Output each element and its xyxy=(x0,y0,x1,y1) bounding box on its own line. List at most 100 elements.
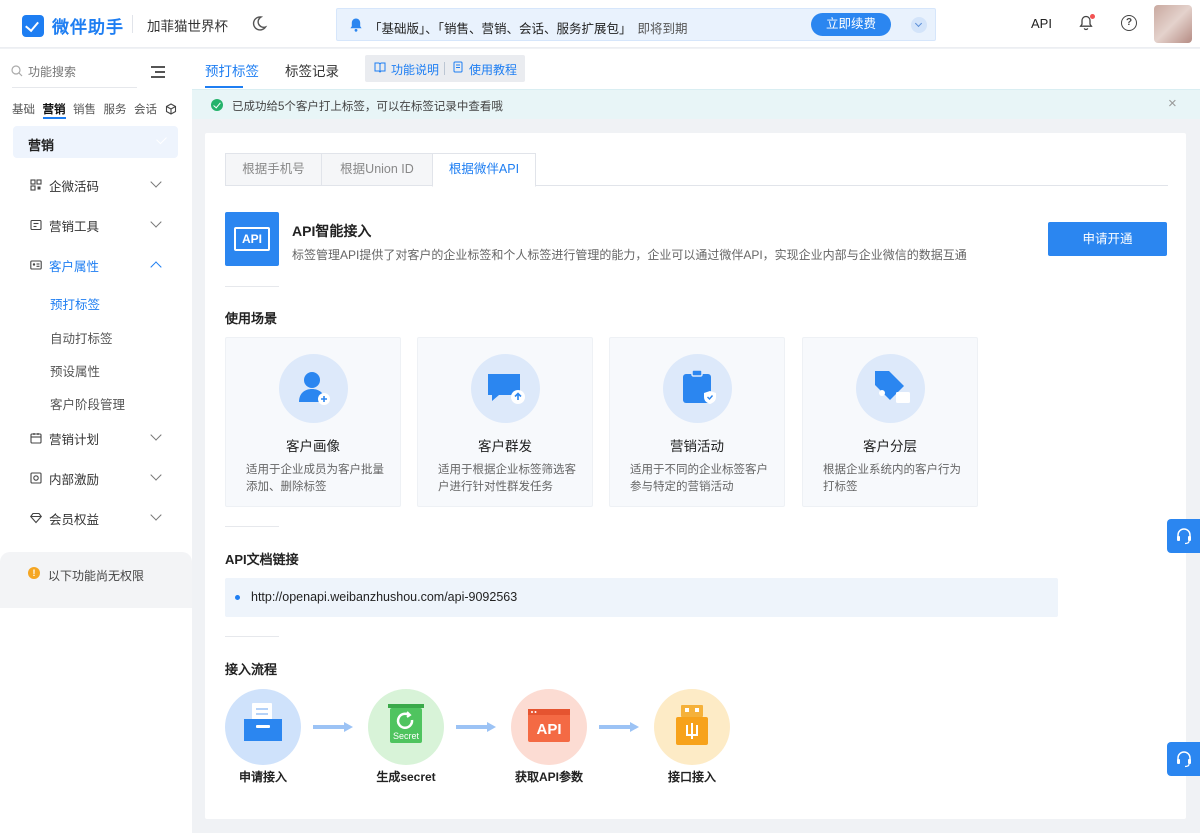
warning-icon: ! xyxy=(28,567,40,579)
check-circle-icon xyxy=(211,99,223,111)
sidebar-item-customer-attributes[interactable]: 客户属性 xyxy=(0,247,192,283)
api-link[interactable]: API xyxy=(1031,16,1052,31)
toolbox-icon xyxy=(30,219,42,231)
feature-description-link[interactable]: 功能说明 xyxy=(391,61,439,78)
notification-dot xyxy=(1090,14,1095,19)
moon-icon[interactable] xyxy=(250,14,268,32)
logo-check-icon xyxy=(22,14,44,37)
api-description: 标签管理API提供了对客户的企业标签和个人标签进行管理的能力，企业可以通过微伴A… xyxy=(292,248,967,262)
scene-title: 客户分层 xyxy=(863,439,917,454)
category-tab-basic[interactable]: 基础 xyxy=(12,101,35,121)
sidebar-item-label: 内部激励 xyxy=(49,472,100,487)
scene-title: 客户画像 xyxy=(286,439,340,454)
sidebar-subitem-preset-attributes[interactable]: 预设属性 xyxy=(50,361,100,380)
sidebar-item-membership[interactable]: 会员权益 xyxy=(0,500,192,536)
chevron-down-icon xyxy=(150,469,162,481)
notice-text: 「基础版」、「销售、营销、会话、服务扩展包」 xyxy=(369,22,632,36)
chat-upload-icon xyxy=(488,374,525,404)
qrcode-icon xyxy=(30,179,42,191)
chevron-down-icon xyxy=(150,176,162,188)
headset-icon xyxy=(1177,528,1191,545)
category-tabs: 基础 营销 销售 服务 会话 xyxy=(12,101,187,121)
flow-step-apply xyxy=(225,689,301,765)
scenes-heading: 使用场景 xyxy=(225,311,278,326)
sidebar-subitem-pretag[interactable]: 预打标签 xyxy=(50,294,100,313)
sidebar-item-label: 企微活码 xyxy=(49,179,100,194)
corp-name[interactable]: 加菲猫世界杯 xyxy=(147,15,228,35)
api-badge-text: API xyxy=(536,721,561,738)
sidebar-item-qrcode[interactable]: 企微活码 xyxy=(0,167,192,203)
clipboard-shield-icon xyxy=(683,369,716,404)
arrow-right-icon xyxy=(599,722,639,732)
links-divider xyxy=(444,62,445,75)
flow-step-label: 接口接入 xyxy=(667,770,716,784)
tab-by-unionid[interactable]: 根据Union ID xyxy=(321,153,433,186)
refresh-key-icon: Secret xyxy=(388,704,424,743)
sidebar-item-label: 营销计划 xyxy=(49,432,100,447)
sidebar-subitem-autotag[interactable]: 自动打标签 xyxy=(50,328,113,347)
id-card-icon xyxy=(30,260,42,270)
api-title: API智能接入 xyxy=(292,223,372,239)
no-permission-text: 以下功能尚无权限 xyxy=(48,569,145,583)
tag-icon xyxy=(875,371,910,403)
avatar[interactable] xyxy=(1154,5,1192,43)
cube-icon[interactable] xyxy=(165,103,177,115)
success-message: 已成功给5个客户打上标签，可以在标签记录中查看哦 xyxy=(232,101,503,113)
apply-button[interactable]: 申请开通 xyxy=(1048,222,1167,256)
scene-card-campaign: 营销活动 适用于不同的企业标签客户参与特定的营销活动 xyxy=(609,337,785,507)
flow-step-label: 获取API参数 xyxy=(514,770,583,784)
gift-icon xyxy=(30,472,42,484)
secret-badge-text: Secret xyxy=(393,731,420,741)
scene-description: 适用于根据企业标签筛选客户进行针对性群发任务 xyxy=(438,464,576,493)
category-tab-session[interactable]: 会话 xyxy=(134,101,157,121)
header-divider xyxy=(132,15,133,33)
sidebar-item-tools[interactable]: 营销工具 xyxy=(0,207,192,243)
flow-step-api-params: API xyxy=(511,689,587,765)
scene-title: 客户群发 xyxy=(478,439,532,454)
help-icon[interactable]: ? xyxy=(1121,15,1137,31)
api-window-icon: API xyxy=(528,709,570,742)
category-tab-sales[interactable]: 销售 xyxy=(73,101,96,121)
search-input[interactable] xyxy=(28,65,128,79)
page-tabs: 预打标签 标签记录 功能说明 使用教程 xyxy=(192,49,1200,89)
scene-description: 适用于企业成员为客户批量添加、删除标签 xyxy=(246,464,384,493)
search-icon xyxy=(11,65,23,77)
menu-collapse-icon[interactable] xyxy=(151,66,165,78)
sidebar-item-marketing-plan[interactable]: 营销计划 xyxy=(0,420,192,456)
help-links: 功能说明 使用教程 xyxy=(365,55,525,82)
sidebar-subitem-customer-stage[interactable]: 客户阶段管理 xyxy=(50,394,125,413)
inbox-document-icon xyxy=(244,703,282,741)
flow-step-label: 申请接入 xyxy=(238,770,287,784)
sidebar: 基础 营销 销售 服务 会话 营销 企微活码 营销工具 客户属性 预打标签 自动… xyxy=(0,49,192,833)
app-logo[interactable]: 微伴助手 xyxy=(22,13,124,38)
sidebar-item-incentive[interactable]: 内部激励 xyxy=(0,460,192,496)
close-icon[interactable]: × xyxy=(1168,96,1177,111)
chevron-down-icon[interactable] xyxy=(911,17,927,33)
scene-card-segmentation: 客户分层 根据企业系统内的客户行为打标签 xyxy=(802,337,978,507)
sidebar-section-title: 营销 xyxy=(13,126,178,158)
usb-plug-icon xyxy=(676,705,708,745)
notice-bell-icon xyxy=(350,18,362,32)
arrow-right-icon xyxy=(456,722,496,732)
tab-pretag[interactable]: 预打标签 xyxy=(205,60,259,80)
notice-suffix: 即将到期 xyxy=(637,22,688,36)
flow-step-label: 生成secret xyxy=(376,770,436,784)
api-doc-link[interactable]: http://openapi.weibanzhushou.com/api-909… xyxy=(251,590,517,604)
customer-service-button[interactable] xyxy=(1167,519,1200,553)
renew-button[interactable]: 立即续费 xyxy=(811,13,891,36)
customer-service-button-secondary[interactable] xyxy=(1167,742,1200,776)
arrow-right-icon xyxy=(313,722,353,732)
flow-heading: 接入流程 xyxy=(225,662,278,677)
chevron-up-icon xyxy=(150,261,162,273)
chevron-down-icon xyxy=(150,216,162,228)
main-card: 根据手机号 根据Union ID 根据微伴API API API智能接入 标签管… xyxy=(205,133,1186,819)
tab-by-api[interactable]: 根据微伴API xyxy=(432,153,536,187)
category-tab-marketing[interactable]: 营销 xyxy=(42,101,66,121)
category-tab-service[interactable]: 服务 xyxy=(104,101,127,121)
calendar-icon xyxy=(30,433,42,444)
tab-tag-records[interactable]: 标签记录 xyxy=(285,60,339,80)
tutorial-link[interactable]: 使用教程 xyxy=(469,61,517,78)
tab-by-phone[interactable]: 根据手机号 xyxy=(225,153,322,186)
no-permission-panel: ! 以下功能尚无权限 xyxy=(0,552,192,608)
api-logo-icon: API xyxy=(225,212,279,266)
